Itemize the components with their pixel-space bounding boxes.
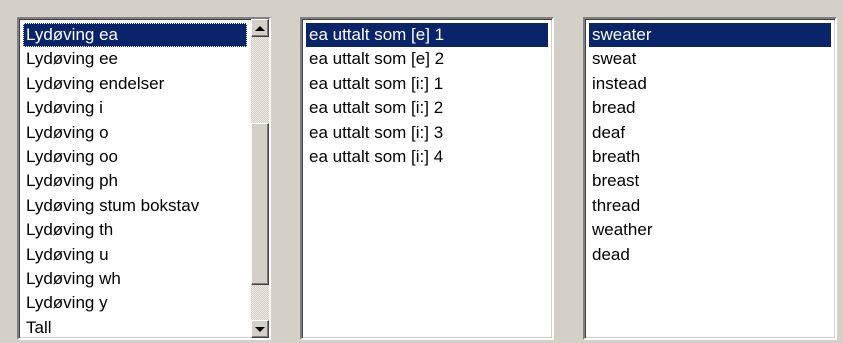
word-list: sweater sweat instead bread deaf breath … (589, 23, 831, 267)
list-item[interactable]: Lydøving y (23, 291, 247, 315)
list-item[interactable]: Lydøving stum bokstav (23, 194, 247, 218)
scrollbar-thumb[interactable] (251, 123, 269, 285)
exercise-listbox[interactable]: ea uttalt som [e] 1 ea uttalt som [e] 2 … (300, 17, 554, 340)
list-item[interactable]: thread (589, 194, 831, 218)
arrow-down-icon (255, 326, 265, 332)
list-item[interactable]: breast (589, 169, 831, 193)
list-item[interactable]: instead (589, 72, 831, 96)
list-item[interactable]: ea uttalt som [i:] 3 (306, 121, 548, 145)
list-item[interactable]: ea uttalt som [i:] 4 (306, 145, 548, 169)
list-item[interactable]: ea uttalt som [i:] 1 (306, 72, 548, 96)
scroll-down-button[interactable] (251, 320, 269, 338)
vertical-scrollbar[interactable] (251, 19, 269, 338)
category-list: Lydøving ea Lydøving ee Lydøving endelse… (23, 23, 247, 338)
list-item[interactable]: Lydøving ee (23, 47, 247, 71)
list-item[interactable]: Lydøving th (23, 218, 247, 242)
exercise-list: ea uttalt som [e] 1 ea uttalt som [e] 2 … (306, 23, 548, 169)
category-listbox[interactable]: Lydøving ea Lydøving ee Lydøving endelse… (17, 17, 271, 340)
list-item[interactable]: Lydøving ea (23, 23, 247, 48)
list-item[interactable]: ea uttalt som [e] 2 (306, 47, 548, 71)
list-item[interactable]: Lydøving i (23, 96, 247, 120)
list-item[interactable]: sweat (589, 47, 831, 71)
list-item[interactable]: dead (589, 243, 831, 267)
list-item[interactable]: Lydøving endelser (23, 72, 247, 96)
word-listbox[interactable]: sweater sweat instead bread deaf breath … (583, 17, 837, 340)
list-item[interactable]: Lydøving o (23, 121, 247, 145)
list-item[interactable]: breath (589, 145, 831, 169)
arrow-up-icon (255, 25, 265, 31)
list-item[interactable]: ea uttalt som [e] 1 (306, 23, 548, 48)
list-item[interactable]: Lydøving oo (23, 145, 247, 169)
list-item[interactable]: ea uttalt som [i:] 2 (306, 96, 548, 120)
list-item[interactable]: bread (589, 96, 831, 120)
list-item[interactable]: Lydøving wh (23, 267, 247, 291)
list-item[interactable]: Lydøving ph (23, 169, 247, 193)
list-item[interactable]: sweater (589, 23, 831, 48)
list-item[interactable]: Lydøving u (23, 243, 247, 267)
list-item[interactable]: Tall (23, 316, 247, 338)
scroll-up-button[interactable] (251, 19, 269, 37)
list-item[interactable]: weather (589, 218, 831, 242)
list-item[interactable]: deaf (589, 121, 831, 145)
